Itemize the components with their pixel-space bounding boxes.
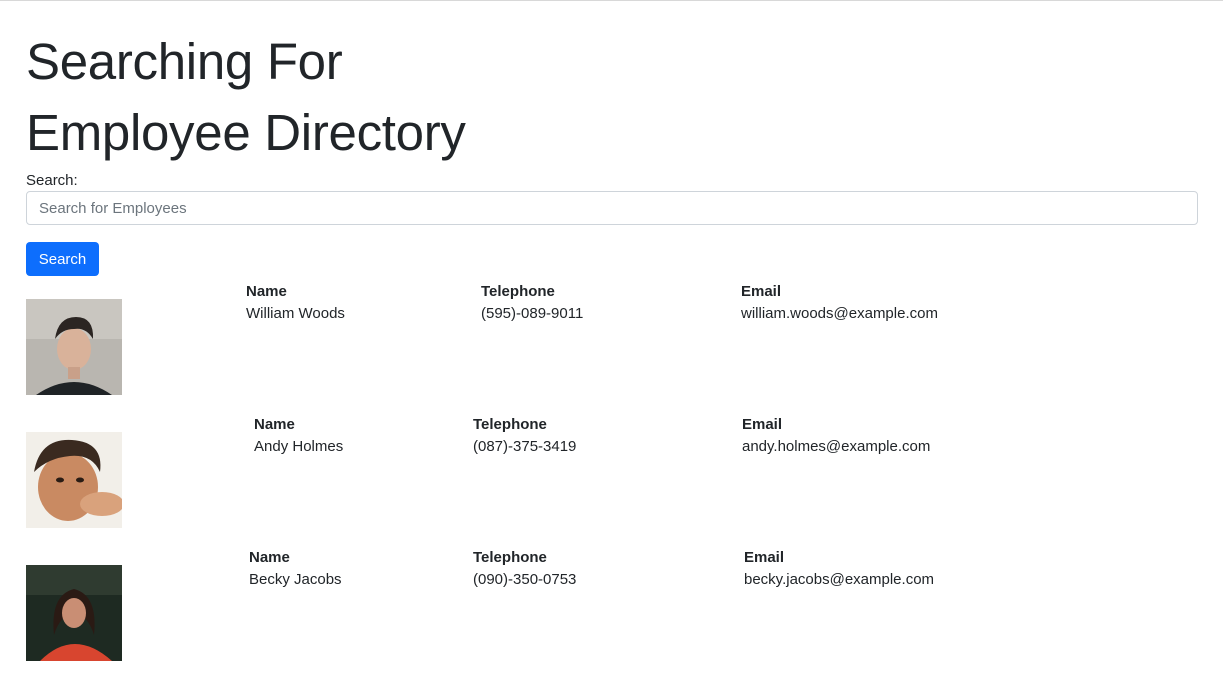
- name-column: Name Becky Jacobs: [249, 547, 342, 591]
- name-header: Name: [254, 416, 295, 433]
- avatar: [26, 299, 122, 395]
- employee-email: andy.holmes@example.com: [742, 438, 931, 455]
- search-input[interactable]: [26, 191, 1198, 225]
- employee-email: william.woods@example.com: [741, 305, 938, 322]
- employee-row: Name Andy Holmes Telephone (087)-375-341…: [26, 414, 1200, 544]
- employee-row: Name Becky Jacobs Telephone (090)-350-07…: [26, 547, 1200, 677]
- telephone-header: Telephone: [473, 549, 547, 566]
- email-column: Email andy.holmes@example.com: [742, 414, 930, 458]
- email-column: Email william.woods@example.com: [741, 281, 938, 325]
- name-header: Name: [249, 549, 290, 566]
- name-column: Name William Woods: [246, 281, 345, 325]
- employee-telephone: (595)-089-9011: [481, 305, 584, 322]
- avatar: [26, 565, 122, 661]
- employee-name: William Woods: [246, 305, 345, 322]
- employee-telephone: (087)-375-3419: [473, 438, 577, 455]
- employee-name: Becky Jacobs: [249, 571, 342, 588]
- page-title-line1: Searching For: [26, 33, 343, 90]
- email-header: Email: [742, 416, 783, 433]
- employee-name: Andy Holmes: [254, 438, 344, 455]
- top-divider: [0, 0, 1223, 1]
- email-column: Email becky.jacobs@example.com: [744, 547, 934, 591]
- telephone-header: Telephone: [473, 416, 547, 433]
- telephone-column: Telephone (595)-089-9011: [481, 281, 583, 325]
- search-button[interactable]: Search: [26, 242, 99, 276]
- telephone-column: Telephone (087)-375-3419: [473, 414, 576, 458]
- email-header: Email: [741, 283, 782, 300]
- telephone-column: Telephone (090)-350-0753: [473, 547, 576, 591]
- employee-email: becky.jacobs@example.com: [744, 571, 935, 588]
- employee-row: Name William Woods Telephone (595)-089-9…: [26, 281, 1200, 411]
- name-column: Name Andy Holmes: [254, 414, 343, 458]
- name-header: Name: [246, 283, 287, 300]
- page-title-line2: Employee Directory: [26, 104, 466, 161]
- search-label: Search:: [26, 172, 78, 189]
- telephone-header: Telephone: [481, 283, 555, 300]
- employee-telephone: (090)-350-0753: [473, 571, 577, 588]
- avatar: [26, 432, 122, 528]
- email-header: Email: [744, 549, 785, 566]
